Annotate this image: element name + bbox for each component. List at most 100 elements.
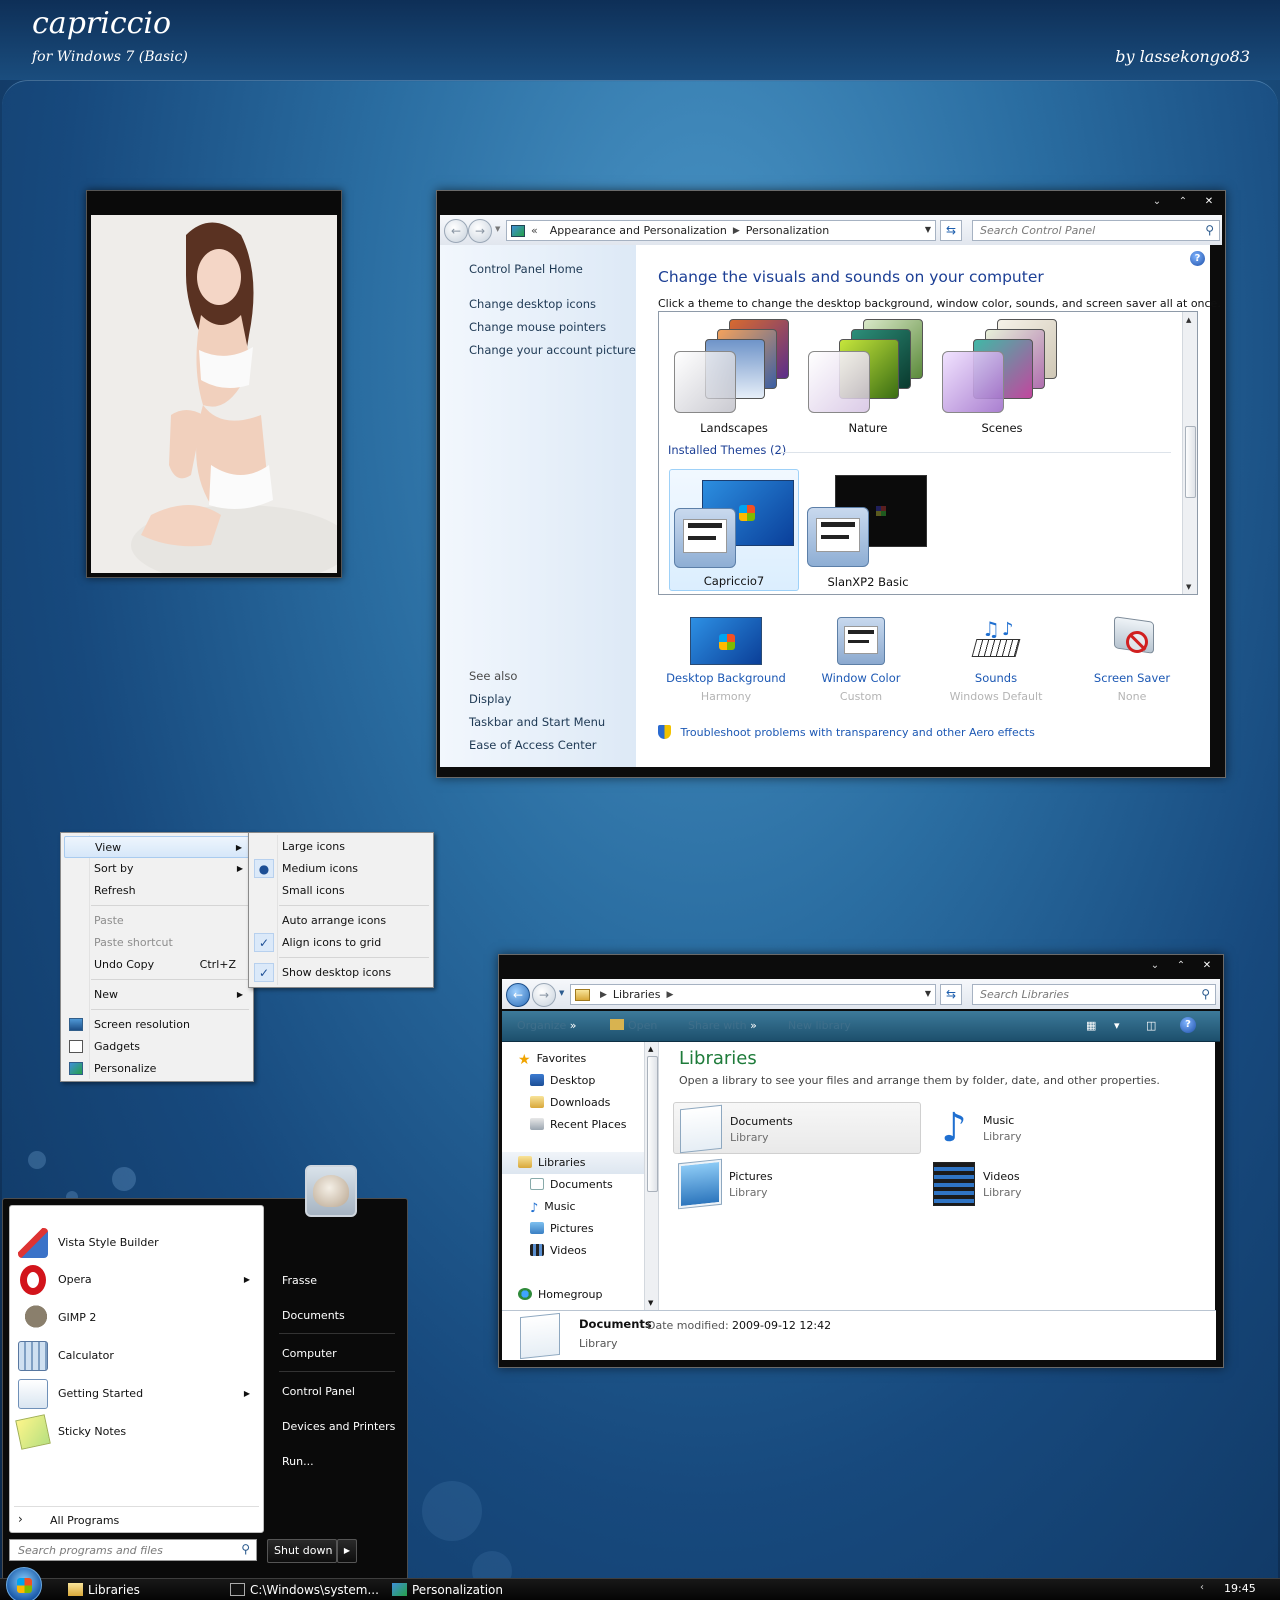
change-desktop-icons-link[interactable]: Change desktop icons <box>469 297 596 311</box>
recent-pages-icon[interactable]: ▼ <box>495 225 500 233</box>
menu-item-screen-resolution[interactable]: Screen resolution <box>64 1014 250 1036</box>
help-icon[interactable]: ? <box>1180 1017 1196 1033</box>
nav-homegroup[interactable]: Homegroup <box>518 1288 602 1301</box>
address-dropdown-icon[interactable]: ▼ <box>925 989 931 998</box>
menu-item-undo-copy[interactable]: Undo Copy Ctrl+Z <box>64 954 250 976</box>
refresh-button[interactable]: ⇆ <box>940 984 962 1005</box>
maximize-button[interactable]: ⌃ <box>1169 958 1193 974</box>
menu-item-sort-by[interactable]: Sort by ▶ <box>64 858 250 880</box>
maximize-button[interactable]: ⌃ <box>1171 194 1195 210</box>
library-pictures[interactable]: Pictures Library <box>673 1158 921 1210</box>
scroll-down-icon[interactable]: ▼ <box>1186 583 1191 591</box>
submenu-medium-icons[interactable]: ● Medium icons <box>252 858 430 880</box>
program-sticky-notes[interactable]: Sticky Notes <box>15 1414 256 1450</box>
libraries-window[interactable]: ⌄ ⌃ ✕ ← → ▼ ▶ Libraries ▶ ▼ ⇆ Search Lib… <box>498 954 1224 1368</box>
menu-item-personalize[interactable]: Personalize <box>64 1058 250 1080</box>
scroll-up-icon[interactable]: ▲ <box>1186 316 1191 324</box>
window-color-option[interactable]: Window Color Custom <box>799 617 923 703</box>
search-icon[interactable]: ⚲ <box>1205 223 1214 237</box>
program-opera[interactable]: Opera ▶ <box>16 1263 256 1297</box>
breadcrumb-libraries[interactable]: Libraries <box>613 988 661 1001</box>
program-calculator[interactable]: Calculator <box>16 1339 256 1373</box>
scroll-down-icon[interactable]: ▼ <box>648 1299 653 1307</box>
shutdown-button[interactable]: Shut down <box>267 1539 337 1563</box>
clock[interactable]: 19:45 <box>1224 1582 1256 1595</box>
theme-nature[interactable]: Nature <box>803 315 933 437</box>
user-avatar[interactable] <box>305 1165 357 1217</box>
theme-scenes[interactable]: Scenes <box>937 315 1067 437</box>
start-search-input[interactable]: Search programs and files ⚲ <box>9 1539 257 1561</box>
submenu-large-icons[interactable]: Large icons <box>252 836 430 858</box>
preview-pane-icon[interactable]: ◫ <box>1146 1019 1156 1032</box>
back-button[interactable]: ← <box>506 983 530 1007</box>
breadcrumb-separator-icon[interactable]: ▶ <box>733 226 740 236</box>
help-icon[interactable]: ? <box>1190 251 1205 266</box>
forward-button[interactable]: → <box>532 983 556 1007</box>
start-right-devices-printers[interactable]: Devices and Printers <box>282 1420 395 1433</box>
nav-downloads[interactable]: Downloads <box>530 1096 610 1109</box>
screen-saver-option[interactable]: Screen Saver None <box>1070 616 1194 703</box>
breadcrumb-separator-icon[interactable]: ▶ <box>666 990 673 1000</box>
submenu-show-desktop-icons[interactable]: ✓ Show desktop icons <box>252 962 430 984</box>
start-right-run[interactable]: Run... <box>282 1455 314 1468</box>
nav-favorites[interactable]: ★ Favorites <box>518 1052 586 1068</box>
menu-item-gadgets[interactable]: Gadgets <box>64 1036 250 1058</box>
ease-of-access-link[interactable]: Ease of Access Center <box>469 738 597 752</box>
photo-frame[interactable] <box>86 190 342 578</box>
organize-button[interactable]: Organize » <box>517 1019 577 1032</box>
change-mouse-pointers-link[interactable]: Change mouse pointers <box>469 320 606 334</box>
library-music[interactable]: ♪ Music Library <box>927 1102 1175 1154</box>
open-button[interactable]: Open <box>610 1019 657 1032</box>
sounds-option[interactable]: ♫ ♪ Sounds Windows Default <box>934 617 1058 703</box>
display-link[interactable]: Display <box>469 692 511 706</box>
share-with-button[interactable]: Share with » <box>688 1019 757 1032</box>
nav-recent-places[interactable]: Recent Places <box>530 1118 627 1131</box>
change-account-picture-link[interactable]: Change your account picture <box>469 343 636 357</box>
search-icon[interactable]: ⚲ <box>241 1542 250 1556</box>
nav-music[interactable]: ♪ Music <box>530 1200 576 1216</box>
desktop-background-option[interactable]: Desktop Background Harmony <box>664 617 788 703</box>
theme-capriccio7[interactable]: Capriccio7 <box>669 469 799 591</box>
taskbar-personalization[interactable]: Personalization <box>390 1580 540 1600</box>
close-button[interactable]: ✕ <box>1195 958 1219 974</box>
installed-themes-heading[interactable]: Installed Themes (2) <box>668 443 786 457</box>
program-vista-style-builder[interactable]: Vista Style Builder <box>16 1226 256 1260</box>
submenu-auto-arrange[interactable]: Auto arrange icons <box>252 910 430 932</box>
show-hidden-icons[interactable]: ‹ <box>1200 1582 1204 1593</box>
start-right-frasse[interactable]: Frasse <box>282 1274 317 1287</box>
search-icon[interactable]: ⚲ <box>1201 987 1210 1001</box>
nav-videos[interactable]: Videos <box>530 1244 587 1257</box>
control-panel-home-link[interactable]: Control Panel Home <box>469 262 583 276</box>
nav-documents[interactable]: Documents <box>530 1178 613 1191</box>
library-documents[interactable]: Documents Library <box>673 1102 921 1154</box>
start-right-computer[interactable]: Computer <box>282 1347 337 1360</box>
menu-item-new[interactable]: New ▶ <box>64 984 250 1006</box>
taskbar-start-menu-link[interactable]: Taskbar and Start Menu <box>469 715 605 729</box>
theme-slanxp2-basic[interactable]: SlanXP2 Basic <box>803 469 933 591</box>
nav-pictures[interactable]: Pictures <box>530 1222 594 1235</box>
forward-button[interactable]: → <box>468 219 492 243</box>
search-input[interactable]: Search Control Panel ⚲ <box>972 220 1220 241</box>
view-options-icon[interactable]: ▦ <box>1086 1019 1096 1032</box>
address-dropdown-icon[interactable]: ▼ <box>925 225 931 234</box>
search-input[interactable]: Search Libraries ⚲ <box>972 984 1216 1005</box>
minimize-button[interactable]: ⌄ <box>1143 958 1167 974</box>
start-right-documents[interactable]: Documents <box>282 1309 345 1322</box>
scroll-up-icon[interactable]: ▲ <box>648 1045 653 1053</box>
address-bar[interactable]: « Appearance and Personalization ▶ Perso… <box>506 220 936 241</box>
taskbar-command-prompt[interactable]: C:\Windows\system... <box>228 1580 379 1600</box>
submenu-align-to-grid[interactable]: ✓ Align icons to grid <box>252 932 430 954</box>
all-programs-button[interactable]: › All Programs <box>10 1509 263 1531</box>
program-gimp[interactable]: GIMP 2 <box>16 1301 256 1335</box>
overflow-chevron-icon[interactable]: « <box>531 224 538 237</box>
breadcrumb-personalization[interactable]: Personalization <box>746 224 829 237</box>
new-library-button[interactable]: New library <box>788 1019 851 1032</box>
theme-list[interactable]: Landscapes Nature Scenes Installed Theme… <box>658 311 1198 595</box>
breadcrumb-appearance[interactable]: Appearance and Personalization <box>550 224 727 237</box>
nav-libraries[interactable]: Libraries <box>518 1156 586 1169</box>
back-button[interactable]: ← <box>444 219 468 243</box>
minimize-button[interactable]: ⌄ <box>1145 194 1169 210</box>
close-button[interactable]: ✕ <box>1197 194 1221 210</box>
menu-item-refresh[interactable]: Refresh <box>64 880 250 902</box>
scroll-thumb[interactable] <box>647 1056 658 1192</box>
